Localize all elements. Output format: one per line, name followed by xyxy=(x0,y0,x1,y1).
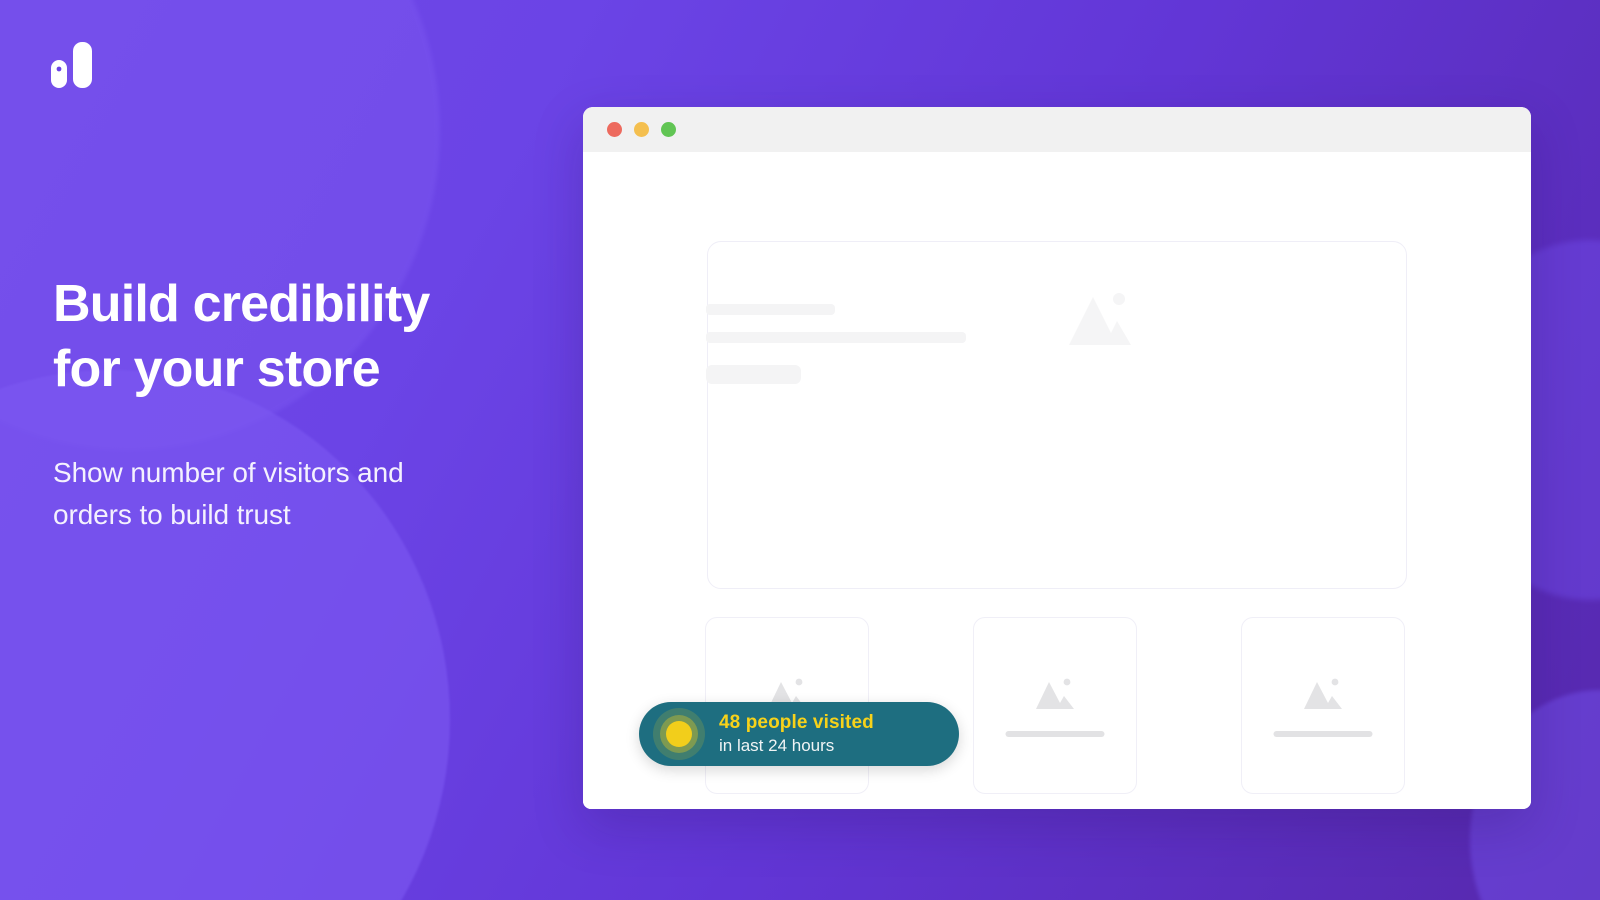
hero-copy: Build credibility for your store Show nu… xyxy=(53,272,573,536)
visitors-timeframe-label: in last 24 hours xyxy=(719,736,835,755)
skeleton-line xyxy=(1273,731,1373,737)
maximize-window-button[interactable] xyxy=(661,122,676,137)
page-title: Build credibility for your store xyxy=(53,275,430,398)
hero-product-card-skeleton xyxy=(707,241,1407,589)
product-card[interactable] xyxy=(1241,617,1405,794)
close-window-button[interactable] xyxy=(607,122,622,137)
skeleton-line xyxy=(706,304,835,315)
bar-chart-logo-icon xyxy=(51,38,105,92)
visitors-count-label: 48 people visited xyxy=(719,712,874,733)
hero-text-skeleton xyxy=(706,304,966,384)
skeleton-line xyxy=(1005,731,1105,737)
promo-banner: Build credibility for your store Show nu… xyxy=(0,0,1600,900)
left-content-column: Build credibility for your store Show nu… xyxy=(0,0,583,900)
product-card[interactable] xyxy=(973,617,1137,794)
pulse-dot-icon xyxy=(653,708,705,760)
skeleton-button xyxy=(706,365,801,384)
browser-title-bar xyxy=(583,107,1531,152)
visitors-notification-text: 48 people visited in last 24 hours xyxy=(719,712,874,756)
visitors-notification-badge[interactable]: 48 people visited in last 24 hours xyxy=(639,702,959,766)
minimize-window-button[interactable] xyxy=(634,122,649,137)
image-placeholder-icon xyxy=(1303,676,1343,710)
image-placeholder-icon xyxy=(1067,287,1133,347)
image-placeholder-icon xyxy=(1035,676,1075,710)
skeleton-line xyxy=(706,332,966,343)
page-subtitle: Show number of visitors and orders to bu… xyxy=(53,457,404,530)
